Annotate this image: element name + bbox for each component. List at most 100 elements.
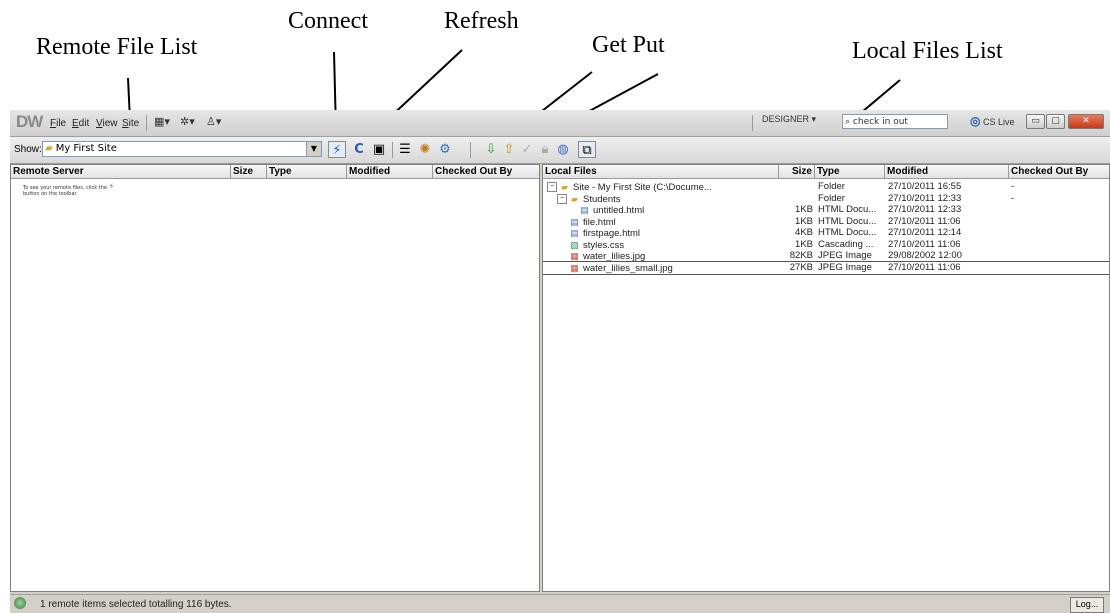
testing-server-button[interactable]: ⚙ xyxy=(436,141,454,158)
file-type: JPEG Image xyxy=(818,261,872,273)
tree-toggle-icon[interactable]: − xyxy=(557,193,567,204)
check-out-icon: ✓ xyxy=(521,142,533,157)
lock-icon: 🔒︎ xyxy=(541,142,549,157)
file-size: 1KB xyxy=(795,215,813,227)
file-modified: 27/10/2011 12:14 xyxy=(888,227,962,238)
file-modified: 27/10/2011 12:33 xyxy=(888,204,962,215)
local-col-modified[interactable]: Modified xyxy=(885,165,1009,179)
local-col-type[interactable]: Type xyxy=(815,165,885,179)
file-size: 1KB xyxy=(795,204,813,215)
connect-button[interactable]: ⚡ xyxy=(328,141,346,158)
table-row[interactable]: ▤ firstpage.html 4KB HTML Docu... 27/10/2011… xyxy=(543,227,1109,239)
file-modified: 27/10/2011 11:06 xyxy=(888,238,961,250)
get-button[interactable]: ⇩ xyxy=(482,141,500,158)
remote-col-server[interactable]: Remote Server xyxy=(11,165,231,179)
menu-view[interactable]: View xyxy=(96,118,118,129)
minimize-button[interactable]: ▭ xyxy=(1026,114,1045,129)
file-name: water_lilies.jpg xyxy=(583,251,646,262)
expand-icon: ⧉ xyxy=(582,143,592,158)
remote-col-modified[interactable]: Modified xyxy=(347,165,433,179)
remote-col-size[interactable]: Size xyxy=(231,165,267,179)
file-size: 27KB xyxy=(789,261,813,273)
search-icon: ⌕ xyxy=(845,117,851,127)
view-site-files-button[interactable]: ▣ xyxy=(370,141,388,158)
check-in-button[interactable]: 🔒︎ xyxy=(536,141,554,158)
chevron-down-icon[interactable]: ▼ xyxy=(306,142,321,156)
local-col-size[interactable]: Size xyxy=(779,165,815,179)
file-size: 82KB xyxy=(789,250,813,261)
site-manager-icon[interactable]: ♙▾ xyxy=(206,115,221,128)
table-row[interactable]: ▧ styles.css 1KB Cascading ... 27/10/2011 11… xyxy=(543,238,1109,251)
sync-icon: ✺ xyxy=(419,142,431,157)
menu-edit[interactable]: Edit xyxy=(72,118,89,129)
extend-icon[interactable]: ✲▾ xyxy=(180,115,195,128)
menu-site[interactable]: Site xyxy=(122,118,139,129)
table-row[interactable]: ▦ water_lilies_small.jpg 27KB JPEG Image 27/… xyxy=(543,260,1109,275)
html-file-icon: ▤ xyxy=(580,205,589,215)
remote-file-list[interactable]: Remote Server Size Type Modified Checked… xyxy=(10,164,540,592)
sync-site-button[interactable]: ◍ xyxy=(554,141,572,158)
check-out-button[interactable]: ✓ xyxy=(518,141,536,158)
file-type: Folder xyxy=(818,181,845,192)
table-row[interactable]: − ▰ Site - My First Site (C:\Docume... Fold… xyxy=(543,181,1109,193)
html-file-icon: ▤ xyxy=(570,216,579,227)
file-modified: 27/10/2011 11:06 xyxy=(888,215,961,227)
expand-collapse-button[interactable]: ☰ xyxy=(396,141,414,158)
status-bar: 1 remote items selected totalling 116 by… xyxy=(10,594,1110,613)
site-select[interactable]: ▰ My First Site ▼ xyxy=(42,141,322,157)
file-name: file.html xyxy=(583,216,616,228)
table-row[interactable]: ▦ water_lilies.jpg 82KB JPEG Image 29/08/200… xyxy=(543,250,1109,262)
log-button[interactable]: Log... xyxy=(1070,597,1104,613)
expand-panel-button[interactable]: ⧉ xyxy=(578,141,596,158)
remote-col-type[interactable]: Type xyxy=(267,165,347,179)
menu-bar: DW File Edit View Site ▦▾ ✲▾ ♙▾ DESIGNER… xyxy=(10,110,1110,137)
layout-icon[interactable]: ▦▾ xyxy=(154,115,170,128)
maximize-button[interactable]: ▢ xyxy=(1046,114,1065,129)
remote-connect-note: To see your remote files, click the ⚡ bu… xyxy=(23,182,115,198)
file-size: 1KB xyxy=(795,238,813,250)
connect-icon: ⚡ xyxy=(108,182,115,191)
status-globe-icon xyxy=(14,597,26,609)
remote-col-checked-out[interactable]: Checked Out By xyxy=(433,165,539,179)
html-file-icon: ▤ xyxy=(570,228,579,238)
image-file-icon: ▦ xyxy=(570,251,579,261)
local-col-files[interactable]: Local Files xyxy=(543,165,779,179)
file-checked-out: - xyxy=(1011,181,1015,192)
folder-icon: ▰ xyxy=(561,182,568,192)
status-text: 1 remote items selected totalling 116 by… xyxy=(40,599,232,610)
list-icon: ☰ xyxy=(399,142,411,157)
image-file-icon: ▦ xyxy=(570,262,579,273)
help-search-input[interactable]: ⌕ check in out xyxy=(842,114,948,129)
put-button[interactable]: ⇧ xyxy=(500,141,518,158)
file-name: untitled.html xyxy=(593,205,645,216)
cs-live-button[interactable]: ◎ CS Live xyxy=(970,114,1015,128)
workspace-switcher[interactable]: DESIGNER ▾ xyxy=(762,114,816,125)
menu-file[interactable]: File xyxy=(50,118,66,129)
server-icon: ⚙ xyxy=(439,142,451,157)
table-row[interactable]: ▤ file.html 1KB HTML Docu... 27/10/2011 11:0… xyxy=(543,215,1109,228)
window-icon: ▣ xyxy=(372,142,386,157)
tree-toggle-icon[interactable]: − xyxy=(547,182,557,193)
refresh-button[interactable]: C xyxy=(350,141,368,158)
files-toolbar: Show: ▰ My First Site ▼ ⚡ C ▣ ☰ ✺ ⚙ ⇩ ⇧ ✓… xyxy=(10,137,1110,164)
sync-button[interactable]: ✺ xyxy=(416,141,434,158)
table-row[interactable]: − ▰ Students Folder 27/10/2011 12:33 - xyxy=(543,192,1109,205)
cs-live-icon: ◎ xyxy=(970,114,981,128)
refresh-icon: C xyxy=(354,142,364,157)
table-row[interactable]: ▤ untitled.html 1KB HTML Docu... 27/10/2011 … xyxy=(543,204,1109,216)
file-name: styles.css xyxy=(583,239,625,251)
file-type: HTML Docu... xyxy=(818,227,877,238)
file-type: Cascading ... xyxy=(818,238,874,250)
file-type: HTML Docu... xyxy=(818,215,877,227)
file-modified: 29/08/2002 12:00 xyxy=(888,250,962,261)
close-button[interactable]: ✕ xyxy=(1068,114,1104,129)
file-type: HTML Docu... xyxy=(818,204,877,215)
app-logo: DW xyxy=(16,112,43,131)
file-name: water_lilies_small.jpg xyxy=(583,262,673,274)
file-modified: 27/10/2011 11:06 xyxy=(888,261,961,273)
local-col-checked-out[interactable]: Checked Out By xyxy=(1009,165,1109,179)
local-files-list[interactable]: Local Files Size Type Modified Checked O… xyxy=(542,164,1110,592)
files-panel-window: DW File Edit View Site ▦▾ ✲▾ ♙▾ DESIGNER… xyxy=(10,110,1110,613)
file-checked-out: - xyxy=(1011,192,1015,204)
file-name: Site - My First Site (C:\Docume... xyxy=(573,182,712,193)
